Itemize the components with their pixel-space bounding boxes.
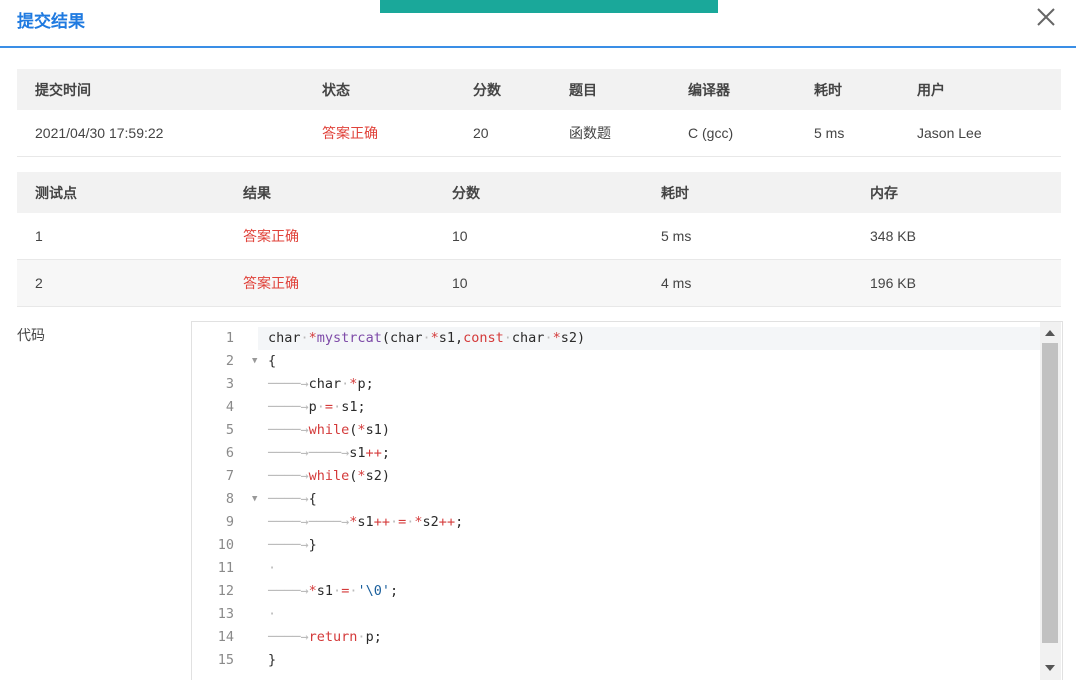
line-number: 13 (217, 606, 234, 622)
scrollbar-thumb[interactable] (1042, 343, 1058, 643)
line-number: 11 (217, 560, 234, 576)
fold-toggle-icon[interactable]: ▼ (252, 350, 257, 373)
elapsed-time: 5 ms (796, 110, 899, 157)
code-line: ────→char·*p; (268, 376, 374, 392)
test-score: 10 (434, 259, 643, 307)
header-score: 分数 (455, 69, 551, 110)
test-point-id: 1 (17, 213, 225, 260)
test-result: 答案正确 (225, 213, 434, 260)
score: 20 (455, 110, 551, 157)
test-memory: 348 KB (852, 213, 1061, 260)
code-line: ────→while(*s2) (268, 468, 390, 484)
summary-header-row: 提交时间 状态 分数 题目 编译器 耗时 用户 (17, 69, 1061, 110)
code-line: ────→return·p; (268, 629, 382, 645)
code-line: ────→while(*s1) (268, 422, 390, 438)
header-problem: 题目 (551, 69, 670, 110)
submit-time: 2021/04/30 17:59:22 (17, 110, 304, 157)
code-line: ────→*s1·=·'\0'; (268, 583, 399, 599)
line-number: 5 (225, 422, 234, 438)
line-number-gutter: 1 2 ▼ 3 4 5 6 7 8 ▼ 9 10 11 12 13 14 15 (192, 322, 258, 680)
test-memory: 196 KB (852, 259, 1061, 307)
code-line: · (268, 606, 277, 622)
line-number: 12 (217, 583, 234, 599)
code-label: 代码 (17, 327, 45, 343)
test-time: 4 ms (643, 259, 852, 307)
user-name: Jason Lee (899, 110, 1061, 157)
test-score: 10 (434, 213, 643, 260)
dialog-header: 提交结果 (0, 0, 1076, 48)
header-test-time: 耗时 (643, 172, 852, 213)
status-badge: 答案正确 (304, 110, 455, 157)
header-test-score: 分数 (434, 172, 643, 213)
scroll-down-icon[interactable] (1045, 665, 1055, 671)
code-line: ────→────→s1++; (268, 445, 390, 461)
line-number: 7 (225, 468, 234, 484)
header-result: 结果 (225, 172, 434, 213)
header-test-point: 测试点 (17, 172, 225, 213)
tests-header-row: 测试点 结果 分数 耗时 内存 (17, 172, 1061, 213)
code-line: char·*mystrcat(char·*s1,const·char·*s2) (268, 330, 586, 346)
table-row: 2 答案正确 10 4 ms 196 KB (17, 259, 1061, 307)
test-cases-table: 测试点 结果 分数 耗时 内存 1 答案正确 10 5 ms 348 KB 2 … (17, 172, 1061, 307)
code-line: } (268, 652, 277, 668)
line-number: 14 (217, 629, 234, 645)
line-number: 10 (217, 537, 234, 553)
scroll-up-icon[interactable] (1045, 330, 1055, 336)
table-row: 1 答案正确 10 5 ms 348 KB (17, 213, 1061, 260)
header-compiler: 编译器 (670, 69, 796, 110)
header-time: 耗时 (796, 69, 899, 110)
dialog-title: 提交结果 (17, 12, 85, 31)
line-number: 4 (225, 399, 234, 415)
test-result: 答案正确 (225, 259, 434, 307)
problem-type: 函数题 (551, 110, 670, 157)
code-line: { (268, 353, 277, 369)
code-line: · (268, 560, 277, 576)
code-line: ────→{ (268, 491, 317, 507)
code-line: ────→p·=·s1; (268, 399, 366, 415)
line-number: 6 (225, 445, 234, 461)
vertical-scrollbar[interactable] (1040, 322, 1061, 680)
code-editor[interactable]: 1 2 ▼ 3 4 5 6 7 8 ▼ 9 10 11 12 13 14 15 char·*mystrcat(c… (191, 321, 1063, 680)
header-user: 用户 (899, 69, 1061, 110)
header-submit-time: 提交时间 (17, 69, 304, 110)
table-row: 2021/04/30 17:59:22 答案正确 20 函数题 C (gcc) … (17, 110, 1061, 157)
line-number: 15 (217, 652, 234, 668)
line-number: 3 (225, 376, 234, 392)
code-line: ────→} (268, 537, 317, 553)
code-line: ────→────→*s1++·=·*s2++; (268, 514, 464, 530)
line-number: 1 (225, 330, 234, 346)
compiler: C (gcc) (670, 110, 796, 157)
header-status: 状态 (304, 69, 455, 110)
fold-toggle-icon[interactable]: ▼ (252, 488, 257, 511)
line-number: 2 (225, 353, 234, 369)
test-time: 5 ms (643, 213, 852, 260)
test-point-id: 2 (17, 259, 225, 307)
line-number: 8 (225, 491, 234, 507)
close-icon[interactable] (1034, 5, 1058, 29)
header-memory: 内存 (852, 172, 1061, 213)
line-number: 9 (225, 514, 234, 530)
submission-summary-table: 提交时间 状态 分数 题目 编译器 耗时 用户 2021/04/30 17:59… (17, 69, 1061, 157)
